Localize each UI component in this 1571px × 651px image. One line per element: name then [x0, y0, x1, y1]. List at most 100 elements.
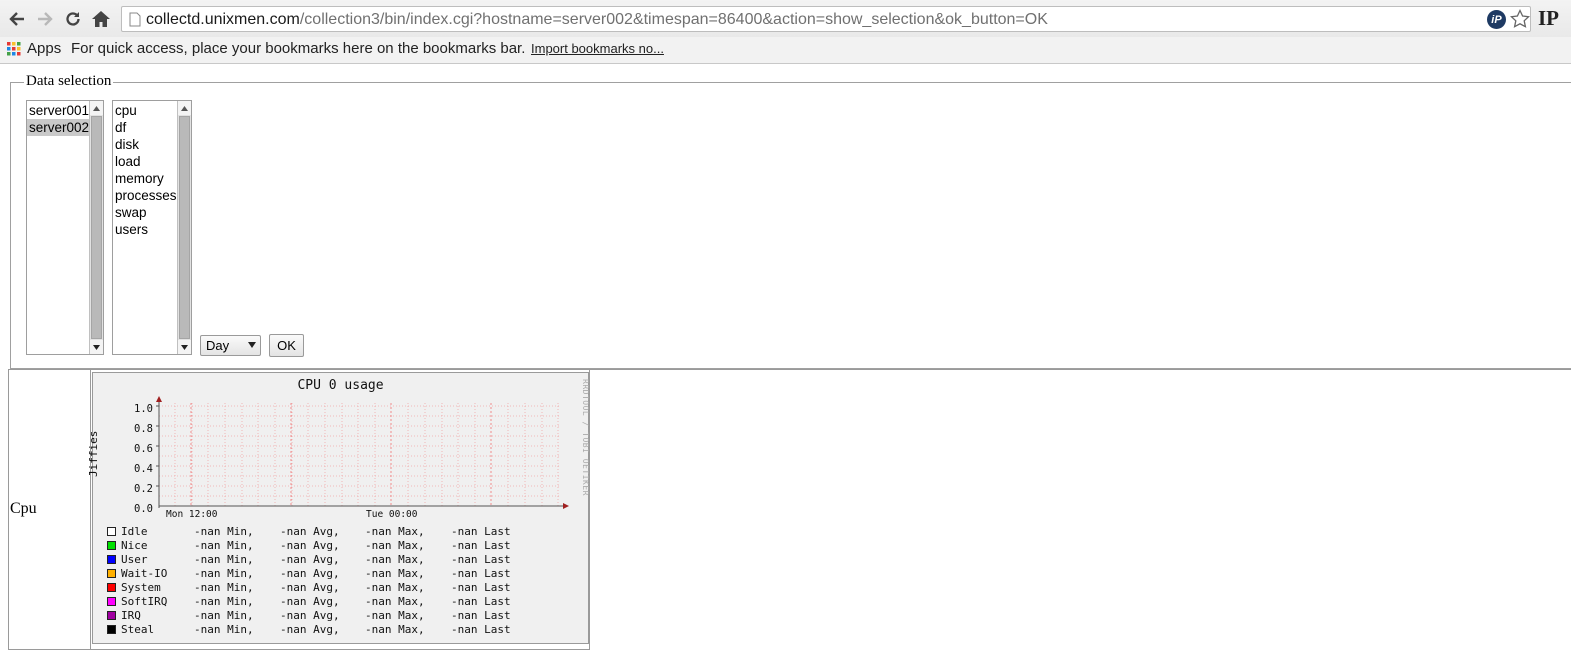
host-scroll-thumb[interactable] [91, 116, 102, 339]
y-tick-label: 0.2 [134, 483, 153, 495]
legend-min-value: -nan Min, [194, 553, 254, 566]
legend-last-value: -nan Last [451, 525, 511, 538]
table-border-bottom [8, 649, 590, 650]
legend-max-value: -nan Max, [365, 623, 425, 636]
legend-avg-value: -nan Avg, [280, 595, 340, 608]
legend-last-value: -nan Last [451, 539, 511, 552]
legend-avg-value: -nan Avg, [280, 609, 340, 622]
y-tick-label: 1.0 [134, 403, 153, 415]
legend-min-value: -nan Min, [194, 595, 254, 608]
address-bar[interactable]: collectd.unixmen.com/collection3/bin/ind… [121, 6, 1531, 32]
legend-min-value: -nan Min, [194, 539, 254, 552]
y-tick-labels: 1.0 0.8 0.6 0.4 0.2 0.0 [129, 399, 153, 519]
legend-last-value: -nan Last [451, 623, 511, 636]
y-tick-label: 0.6 [134, 443, 153, 455]
legend-min-value: -nan Min, [194, 623, 254, 636]
forward-icon[interactable] [33, 7, 57, 31]
scroll-up-arrow-icon[interactable] [90, 101, 103, 115]
star-icon[interactable] [1510, 9, 1530, 29]
plugin-option[interactable]: disk [113, 136, 177, 153]
import-bookmarks-link[interactable]: Import bookmarks no... [531, 41, 664, 56]
legend-last-value: -nan Last [451, 567, 511, 580]
y-axis-arrow-icon [156, 396, 162, 402]
table-border-top [8, 369, 1571, 370]
plugin-listbox[interactable]: cpu df disk load memory processes swap users [112, 100, 192, 355]
plugin-option[interactable]: users [113, 221, 177, 238]
legend-max-value: -nan Max, [365, 553, 425, 566]
plugin-option[interactable]: cpu [113, 102, 177, 119]
row-label-cpu: Cpu [10, 500, 37, 517]
ip-extension-icon[interactable]: iP [1487, 10, 1506, 29]
reload-icon[interactable] [61, 7, 85, 31]
ok-button[interactable]: OK [269, 334, 304, 357]
host-option[interactable]: server002 [27, 119, 89, 136]
x-axis-arrow-icon [563, 503, 569, 509]
legend-max-value: -nan Max, [365, 567, 425, 580]
legend-max-value: -nan Max, [365, 539, 425, 552]
legend-name: System [121, 581, 161, 594]
legend-avg-value: -nan Avg, [280, 553, 340, 566]
plugin-scroll-thumb[interactable] [179, 116, 190, 339]
host-list: server001 server002 [27, 101, 89, 136]
plugin-list: cpu df disk load memory processes swap users [113, 101, 177, 238]
plugin-option[interactable]: load [113, 153, 177, 170]
legend-min-value: -nan Min, [194, 567, 254, 580]
legend-min-value: -nan Min, [194, 525, 254, 538]
plugin-option[interactable]: processes [113, 187, 177, 204]
plugin-option[interactable]: swap [113, 204, 177, 221]
host-scrollbar[interactable] [89, 101, 103, 354]
host-listbox[interactable]: server001 server002 [26, 100, 104, 355]
legend-swatch [107, 625, 116, 634]
scroll-down-arrow-icon[interactable] [178, 340, 191, 354]
legend-name: SoftIRQ [121, 595, 168, 608]
scroll-up-arrow-icon[interactable] [178, 101, 191, 115]
browser-toolbar: collectd.unixmen.com/collection3/bin/ind… [0, 0, 1571, 37]
legend-name: Nice [121, 539, 148, 552]
plugin-option[interactable]: memory [113, 170, 177, 187]
plugin-scrollbar[interactable] [177, 101, 191, 354]
legend-last-value: -nan Last [451, 553, 511, 566]
legend-avg-value: -nan Avg, [280, 567, 340, 580]
bookmarks-hint: For quick access, place your bookmarks h… [71, 40, 526, 57]
legend-last-value: -nan Last [451, 609, 511, 622]
data-selection-legend: Data selection [24, 73, 114, 90]
bookmarks-bar: Apps For quick access, place your bookma… [0, 37, 1571, 64]
legend-swatch [107, 569, 116, 578]
table-border-mid [90, 369, 91, 650]
data-selection-fieldset [10, 82, 1571, 369]
legend-min-value: -nan Min, [194, 581, 254, 594]
page-icon [129, 12, 141, 27]
legend-name: Idle [121, 525, 148, 538]
legend-last-value: -nan Last [451, 595, 511, 608]
legend-name: Steal [121, 623, 155, 636]
home-icon[interactable] [89, 7, 113, 31]
scroll-down-arrow-icon[interactable] [90, 340, 103, 354]
timespan-select[interactable]: Day [200, 335, 261, 356]
legend-avg-value: -nan Avg, [280, 623, 340, 636]
y-tick-label: 0.0 [134, 503, 153, 515]
y-tick-label: 0.4 [134, 463, 153, 475]
legend-swatch [107, 583, 116, 592]
back-icon[interactable] [5, 7, 29, 31]
legend-swatch [107, 555, 116, 564]
ip-extension-label[interactable]: IP [1538, 6, 1559, 31]
legend-swatch [107, 611, 116, 620]
legend-swatch [107, 597, 116, 606]
legend-avg-value: -nan Avg, [280, 525, 340, 538]
legend-name: User [121, 553, 148, 566]
dropdown-arrow-icon [248, 342, 256, 348]
plugin-option[interactable]: df [113, 119, 177, 136]
legend-swatch [107, 541, 116, 550]
legend-name: Wait-IO [121, 567, 168, 580]
apps-link[interactable]: Apps [27, 40, 61, 57]
x-tick-label: Mon 12:00 [166, 509, 218, 520]
legend-swatch [107, 527, 116, 536]
x-tick-label: Tue 00:00 [366, 509, 418, 520]
legend-last-value: -nan Last [451, 581, 511, 594]
host-option[interactable]: server001 [27, 102, 89, 119]
apps-grid-icon[interactable] [7, 42, 21, 56]
legend-max-value: -nan Max, [365, 609, 425, 622]
timespan-value: Day [206, 338, 230, 353]
table-border-left [8, 369, 9, 650]
legend-max-value: -nan Max, [365, 581, 425, 594]
